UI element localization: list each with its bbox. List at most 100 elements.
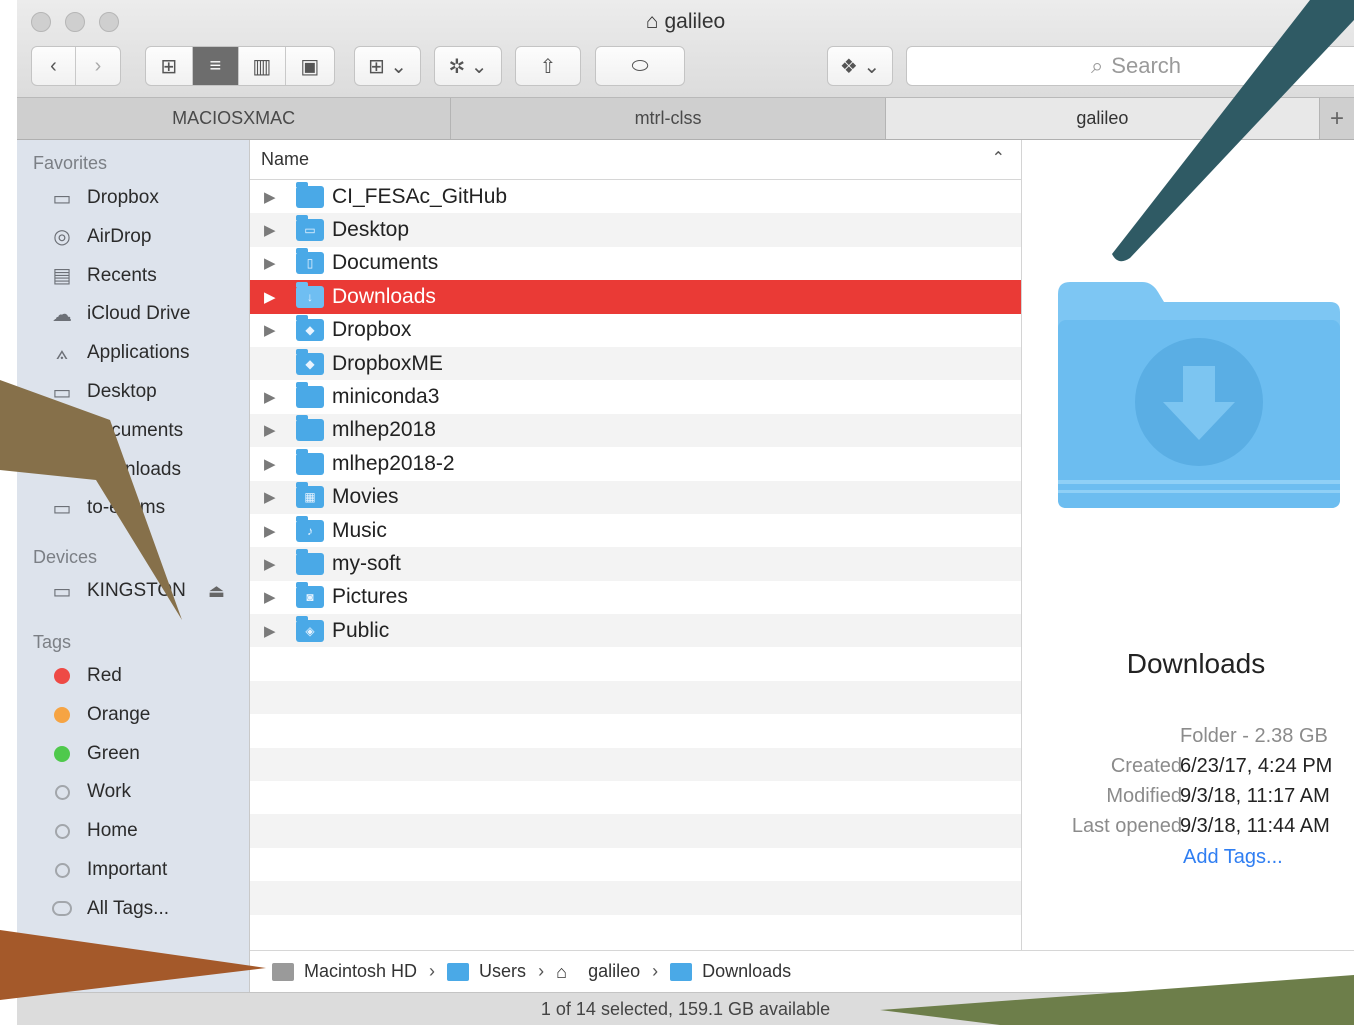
gallery-view-button[interactable]: ▣ <box>286 47 334 85</box>
group-by-button[interactable]: ⊞ ⌄ <box>354 46 421 86</box>
file-row[interactable]: ▶ ◆ Dropbox <box>250 314 1021 347</box>
title-toolbar: ⌂ galileo ‹ › ⊞ ≡ ▥ ▣ ⊞ ⌄ ✲ ⌄ ⇧ ⬭ ❖ ⌄ ⌕ S… <box>17 0 1354 98</box>
action-button[interactable]: ✲ ⌄ <box>434 46 502 86</box>
path-segment-macintosh-hd[interactable]: Macintosh HD <box>272 961 417 982</box>
path-segment-galileo[interactable]: ⌂ galileo <box>556 961 640 982</box>
add-tags-link[interactable]: Add Tags... <box>1183 846 1283 869</box>
file-name: CI_FESAc_GitHub <box>332 184 508 208</box>
dropbox-icon: ❖ ⌄ <box>839 55 881 78</box>
last-opened-value: 9/3/18, 11:44 AM <box>1180 815 1330 837</box>
path-segment-users[interactable]: Users <box>447 961 526 982</box>
file-row[interactable]: ▶ mlhep2018-2 <box>250 447 1021 480</box>
downloads-folder-icon <box>1058 282 1340 508</box>
downloads-icon: ⬇ <box>53 459 71 482</box>
disclosure-triangle-icon[interactable]: ▶ <box>250 288 296 306</box>
sidebar-tag-home[interactable]: Home <box>47 814 138 848</box>
disclosure-triangle-icon[interactable]: ▶ <box>250 555 296 573</box>
disclosure-triangle-icon[interactable]: ▶ <box>250 321 296 339</box>
share-button[interactable]: ⇧ <box>515 46 581 86</box>
disclosure-triangle-icon[interactable]: ▶ <box>250 522 296 540</box>
sidebar-item-kingston[interactable]: ▭ KINGSTON ⏏ <box>47 574 225 608</box>
sidebar-item-applications[interactable]: ⟑ Applications <box>47 336 190 370</box>
sidebar-item-documents[interactable]: ▯ Documents <box>47 414 183 448</box>
file-row[interactable]: ▶ mlhep2018 <box>250 413 1021 448</box>
sidebar-item-label: Documents <box>87 419 184 441</box>
sidebar-item-airdrop[interactable]: ◎ AirDrop <box>47 220 151 254</box>
sidebar-item-recents[interactable]: ▤ Recents <box>47 259 157 293</box>
sidebar-item-to-exams[interactable]: ▭ to-exams <box>47 491 166 525</box>
forward-button[interactable]: › <box>76 47 120 85</box>
file-name: Pictures <box>332 585 408 609</box>
file-row[interactable]: ▶ ▯ Documents <box>250 247 1021 280</box>
sidebar-tag-all-tags[interactable]: All Tags... <box>47 892 169 926</box>
file-row[interactable]: ▶ ◙ Pictures <box>250 581 1021 614</box>
tag-color-dot-icon <box>47 897 77 921</box>
search-field[interactable]: ⌕ Search <box>906 46 1354 86</box>
file-row[interactable]: ◆ DropboxME <box>250 346 1021 381</box>
new-tab-button[interactable]: + <box>1320 98 1354 139</box>
downloads-folder-icon <box>670 962 693 981</box>
disclosure-triangle-icon[interactable]: ▶ <box>250 188 296 206</box>
disclosure-triangle-icon[interactable]: ▶ <box>250 388 296 406</box>
sidebar-item-label: Desktop <box>87 381 157 402</box>
hard-drive-icon <box>272 962 294 981</box>
disclosure-triangle-icon[interactable]: ▶ <box>250 588 296 606</box>
search-icon: ⌕ <box>1090 53 1104 78</box>
name-column-header[interactable]: Name ⌃ <box>250 140 1021 180</box>
tab-mtrl-clss[interactable]: mtrl-clss <box>451 98 886 139</box>
disclosure-triangle-icon[interactable]: ▶ <box>250 221 296 239</box>
file-row-selected[interactable]: ▶ ↓ Downloads <box>250 280 1021 314</box>
path-segment-downloads[interactable]: Downloads <box>670 961 791 982</box>
created-value: 6/23/17, 4:24 PM <box>1180 755 1333 777</box>
disclosure-triangle-icon[interactable]: ▶ <box>250 254 296 272</box>
tab-maciosxmac[interactable]: MACIOSXMAC <box>17 98 452 139</box>
file-row[interactable]: ▶ ▦ Movies <box>250 480 1021 514</box>
plus-icon: + <box>1330 104 1345 132</box>
disclosure-triangle-icon[interactable]: ▶ <box>250 622 296 640</box>
back-button[interactable]: ‹ <box>32 47 77 85</box>
disclosure-triangle-icon[interactable]: ▶ <box>250 455 296 473</box>
sidebar-item-dropbox[interactable]: ▭ Dropbox <box>47 181 159 215</box>
file-row[interactable]: ▶ my-soft <box>250 547 1021 581</box>
sidebar-item-icloud-drive[interactable]: ☁ iCloud Drive <box>47 297 190 331</box>
gear-icon: ✲ ⌄ <box>448 55 488 78</box>
folder-icon: ▭ <box>52 187 72 210</box>
disclosure-triangle-icon[interactable]: ▶ <box>250 421 296 439</box>
path-bar: Macintosh HD › Users › ⌂ galileo › Downloads <box>250 950 1354 992</box>
sidebar-tag-label: Work <box>87 781 131 803</box>
window-title-text: galileo <box>664 10 726 33</box>
tab-galileo[interactable]: galileo <box>885 98 1321 139</box>
eject-icon[interactable]: ⏏ <box>208 581 225 602</box>
file-row[interactable]: ▶ CI_FESAc_GitHub <box>250 180 1021 213</box>
tab-label: mtrl-clss <box>634 108 702 128</box>
list-view-button[interactable]: ≡ <box>192 47 240 85</box>
cloud-icon: ☁ <box>52 303 72 326</box>
folder-icon: ▦ <box>296 482 324 509</box>
dropbox-button[interactable]: ❖ ⌄ <box>827 46 893 86</box>
tag-color-dot-icon <box>47 858 77 882</box>
icon-view-button[interactable]: ⊞ <box>146 47 193 85</box>
tag-color-dot-icon <box>47 780 77 804</box>
sidebar-tag-important[interactable]: Important <box>47 853 167 887</box>
sidebar-tag-work[interactable]: Work <box>47 775 131 809</box>
sort-ascending-icon: ⌃ <box>991 150 1005 167</box>
file-name: Music <box>332 518 387 542</box>
file-row[interactable]: ▶ miniconda3 <box>250 380 1021 413</box>
tags-button[interactable]: ⬭ <box>595 46 685 86</box>
sidebar-tag-red[interactable]: Red <box>47 659 122 693</box>
column-view-button[interactable]: ▥ <box>239 47 286 85</box>
applications-icon: ⟑ <box>55 341 69 364</box>
sidebar-item-label: Recents <box>87 264 157 286</box>
sidebar-tag-green[interactable]: Green <box>47 737 140 771</box>
search-placeholder: Search <box>1111 53 1182 78</box>
last-opened-label: Last opened <box>1071 815 1182 837</box>
tag-color-dot-icon <box>47 703 77 727</box>
disclosure-triangle-icon[interactable]: ▶ <box>250 488 296 506</box>
sidebar-tag-orange[interactable]: Orange <box>47 698 150 732</box>
file-row[interactable]: ▶ ♪ Music <box>250 514 1021 547</box>
sidebar-item-downloads[interactable]: ⬇ Downloads <box>47 453 181 487</box>
preview-kind: Folder - 2.38 GB <box>1180 725 1328 747</box>
file-row[interactable]: ▶ ◈ Public <box>250 614 1021 648</box>
sidebar-item-desktop[interactable]: ▭ Desktop <box>47 375 157 409</box>
file-row[interactable]: ▶ ▭ Desktop <box>250 213 1021 247</box>
